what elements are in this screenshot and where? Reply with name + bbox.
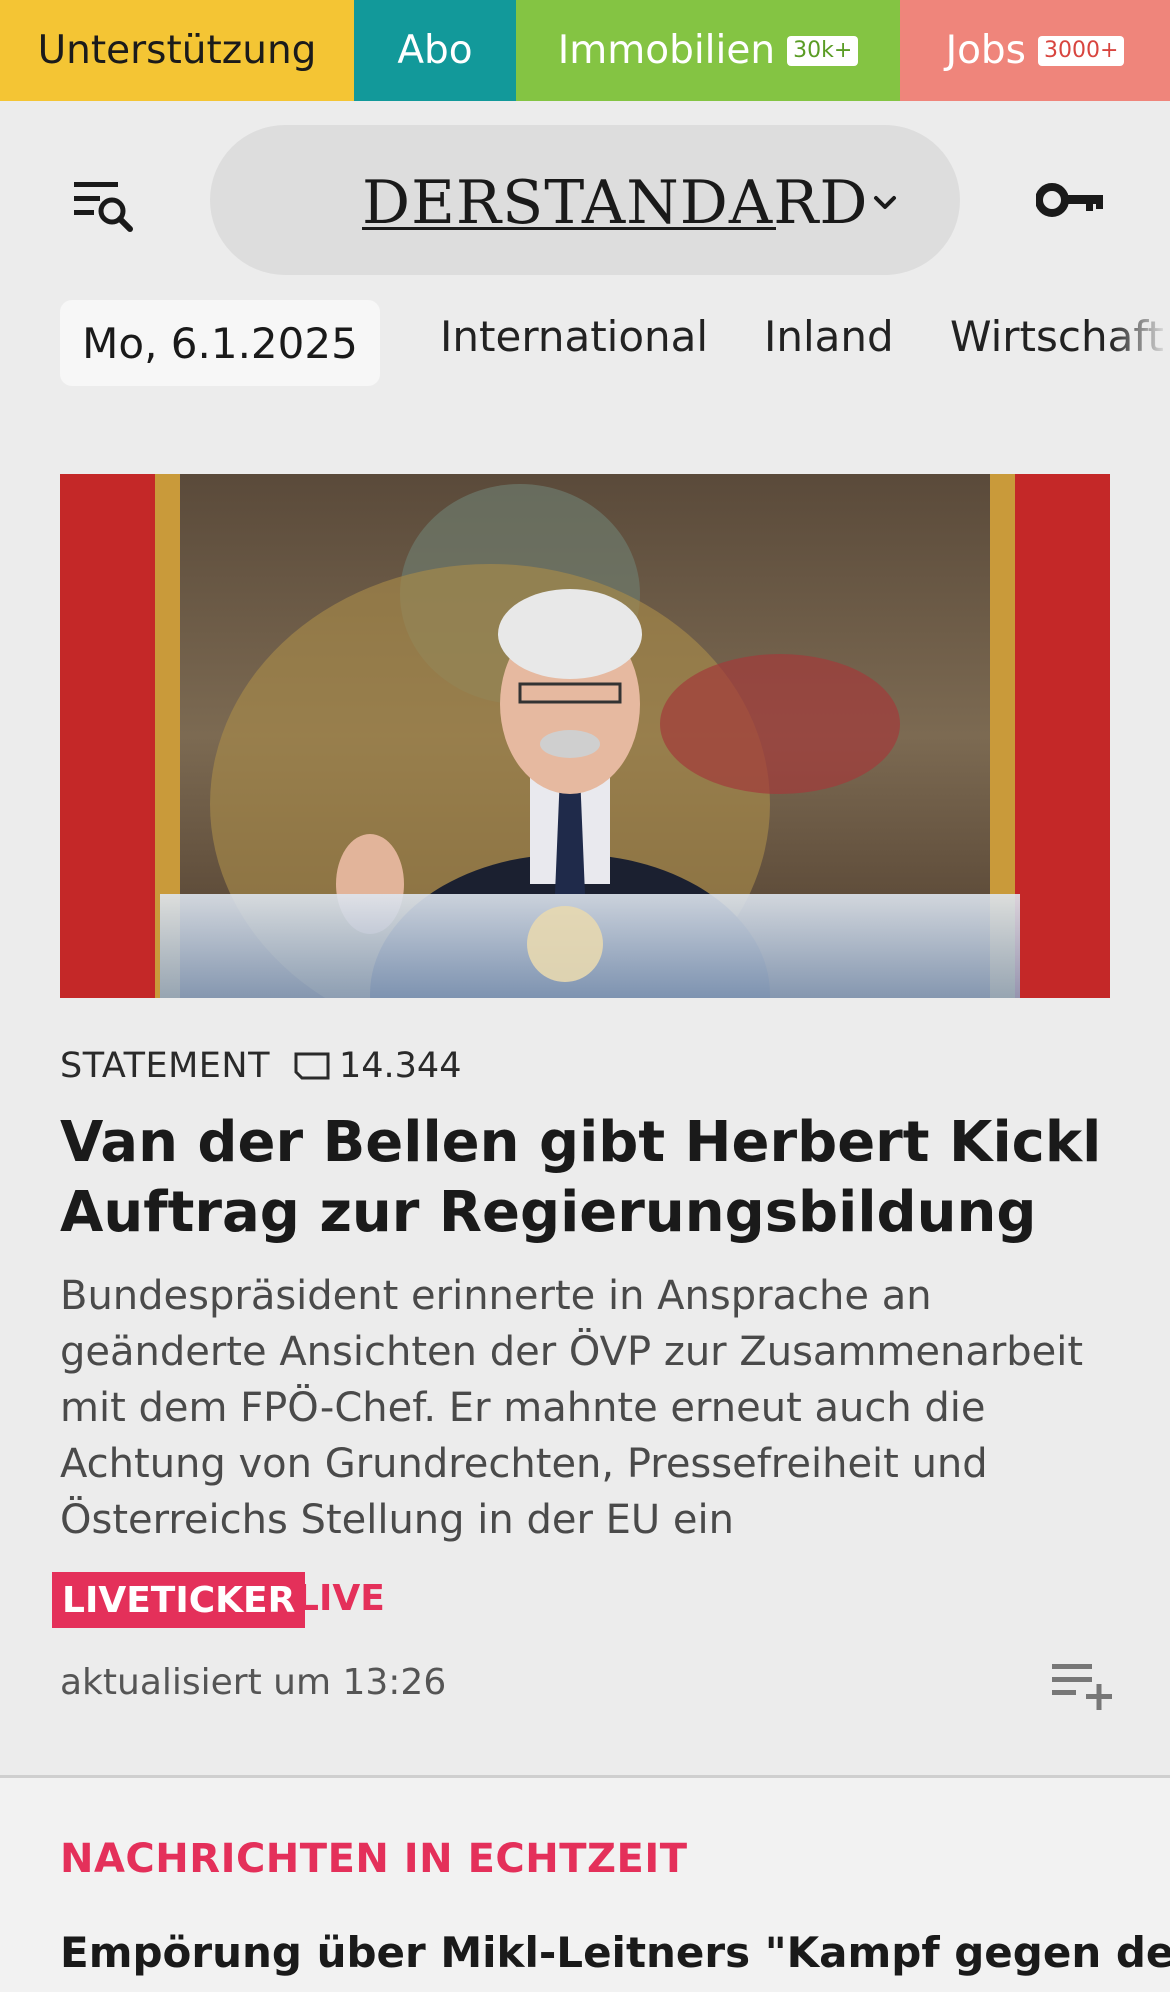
current-date: Mo, 6.1.2025 (82, 318, 358, 368)
updated-timestamp: aktualisiert um 13:26 (60, 1662, 447, 1703)
abo-label: Abo (397, 28, 473, 73)
ticker-headline[interactable]: Empörung über Mikl-Leitners "Kampf gegen… (60, 1928, 1170, 1977)
article-teaser[interactable]: Bundespräsident erinnerte in Ansprache a… (60, 1268, 1120, 1548)
menu-search-icon[interactable] (72, 178, 138, 236)
immobilien-label: Immobilien (557, 28, 776, 73)
hero-image[interactable] (60, 474, 1110, 998)
immobilien-link[interactable]: Immobilien 30k+ (516, 0, 900, 101)
support-label: Unterstützung (37, 28, 317, 73)
jobs-count-badge: 3000+ (1038, 35, 1125, 66)
live-status-label: LIVE (296, 1578, 385, 1619)
date-pill: Mo, 6.1.2025 (60, 300, 380, 386)
comment-icon (294, 1052, 330, 1080)
key-icon[interactable] (1035, 178, 1106, 222)
liveticker-label: LIVETICKER (62, 1579, 296, 1621)
nav-item-inland[interactable]: Inland (764, 312, 894, 361)
jobs-link[interactable]: Jobs 3000+ (900, 0, 1170, 101)
add-to-list-icon[interactable] (1052, 1660, 1112, 1710)
section-title[interactable]: NACHRICHTEN IN ECHTZEIT (60, 1836, 688, 1882)
support-link[interactable]: Unterstützung (0, 0, 354, 101)
jobs-label: Jobs (945, 28, 1026, 73)
abo-link[interactable]: Abo (354, 0, 516, 101)
logo-underline (362, 227, 776, 230)
article-headline[interactable]: Van der Bellen gibt Herbert Kickl Auftra… (60, 1108, 1120, 1248)
nav-item-international[interactable]: International (440, 312, 708, 361)
nav-scroll-fade (1110, 300, 1170, 386)
article-kicker[interactable]: STATEMENT (60, 1046, 270, 1086)
chevron-down-icon[interactable] (870, 188, 900, 218)
top-service-bar: Unterstützung Abo Immobilien 30k+ Jobs 3… (0, 0, 1170, 101)
comment-count[interactable]: 14.344 (293, 1046, 461, 1086)
liveticker-badge: LIVETICKER (52, 1572, 306, 1628)
comment-count-value: 14.344 (339, 1046, 462, 1086)
immobilien-count-badge: 30k+ (787, 35, 859, 66)
